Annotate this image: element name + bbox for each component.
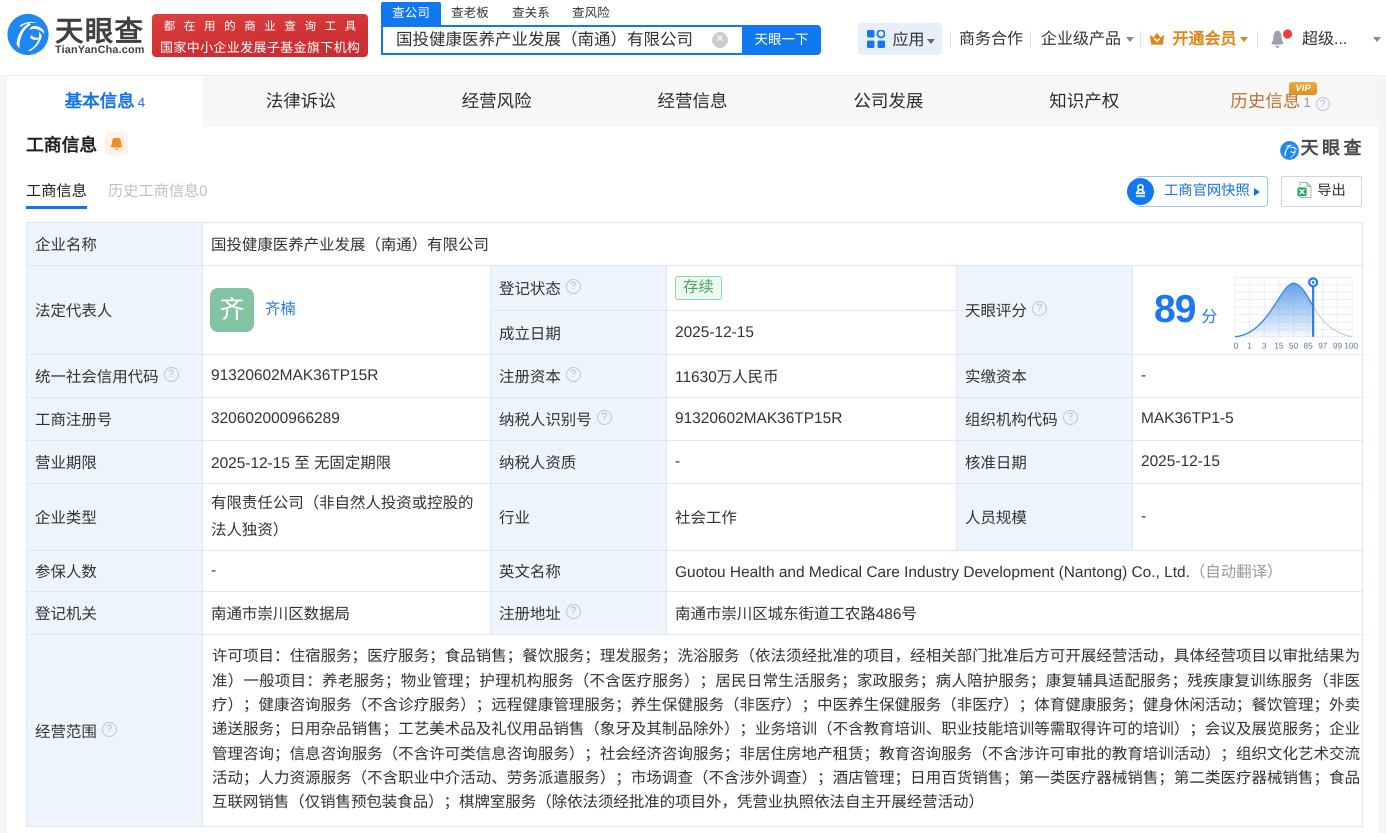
svg-text:0: 0 [1234, 341, 1239, 351]
svg-text:50: 50 [1289, 341, 1299, 351]
svg-text:97: 97 [1319, 341, 1329, 351]
svg-text:3: 3 [1262, 341, 1267, 351]
svg-text:1: 1 [1248, 341, 1253, 351]
svg-text:100: 100 [1345, 341, 1358, 351]
svg-text:99: 99 [1333, 341, 1343, 351]
svg-text:85: 85 [1304, 341, 1314, 351]
svg-text:15: 15 [1275, 341, 1285, 351]
